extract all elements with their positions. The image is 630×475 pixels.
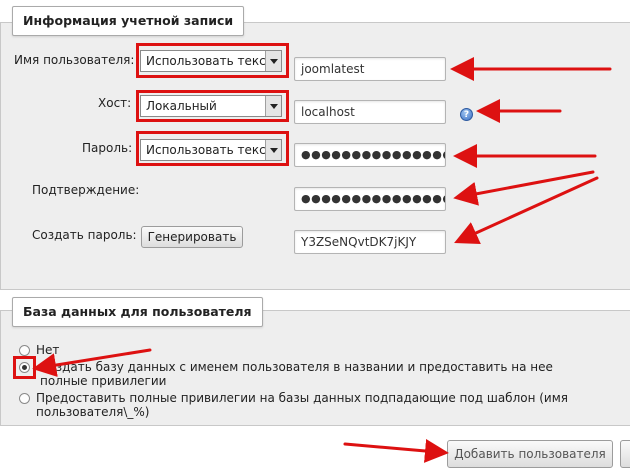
arrow-icon — [32, 348, 152, 377]
arrow-icon — [343, 439, 449, 463]
arrow-icon — [454, 176, 599, 244]
annotation-arrows — [32, 57, 612, 463]
arrow-icon — [453, 170, 595, 206]
